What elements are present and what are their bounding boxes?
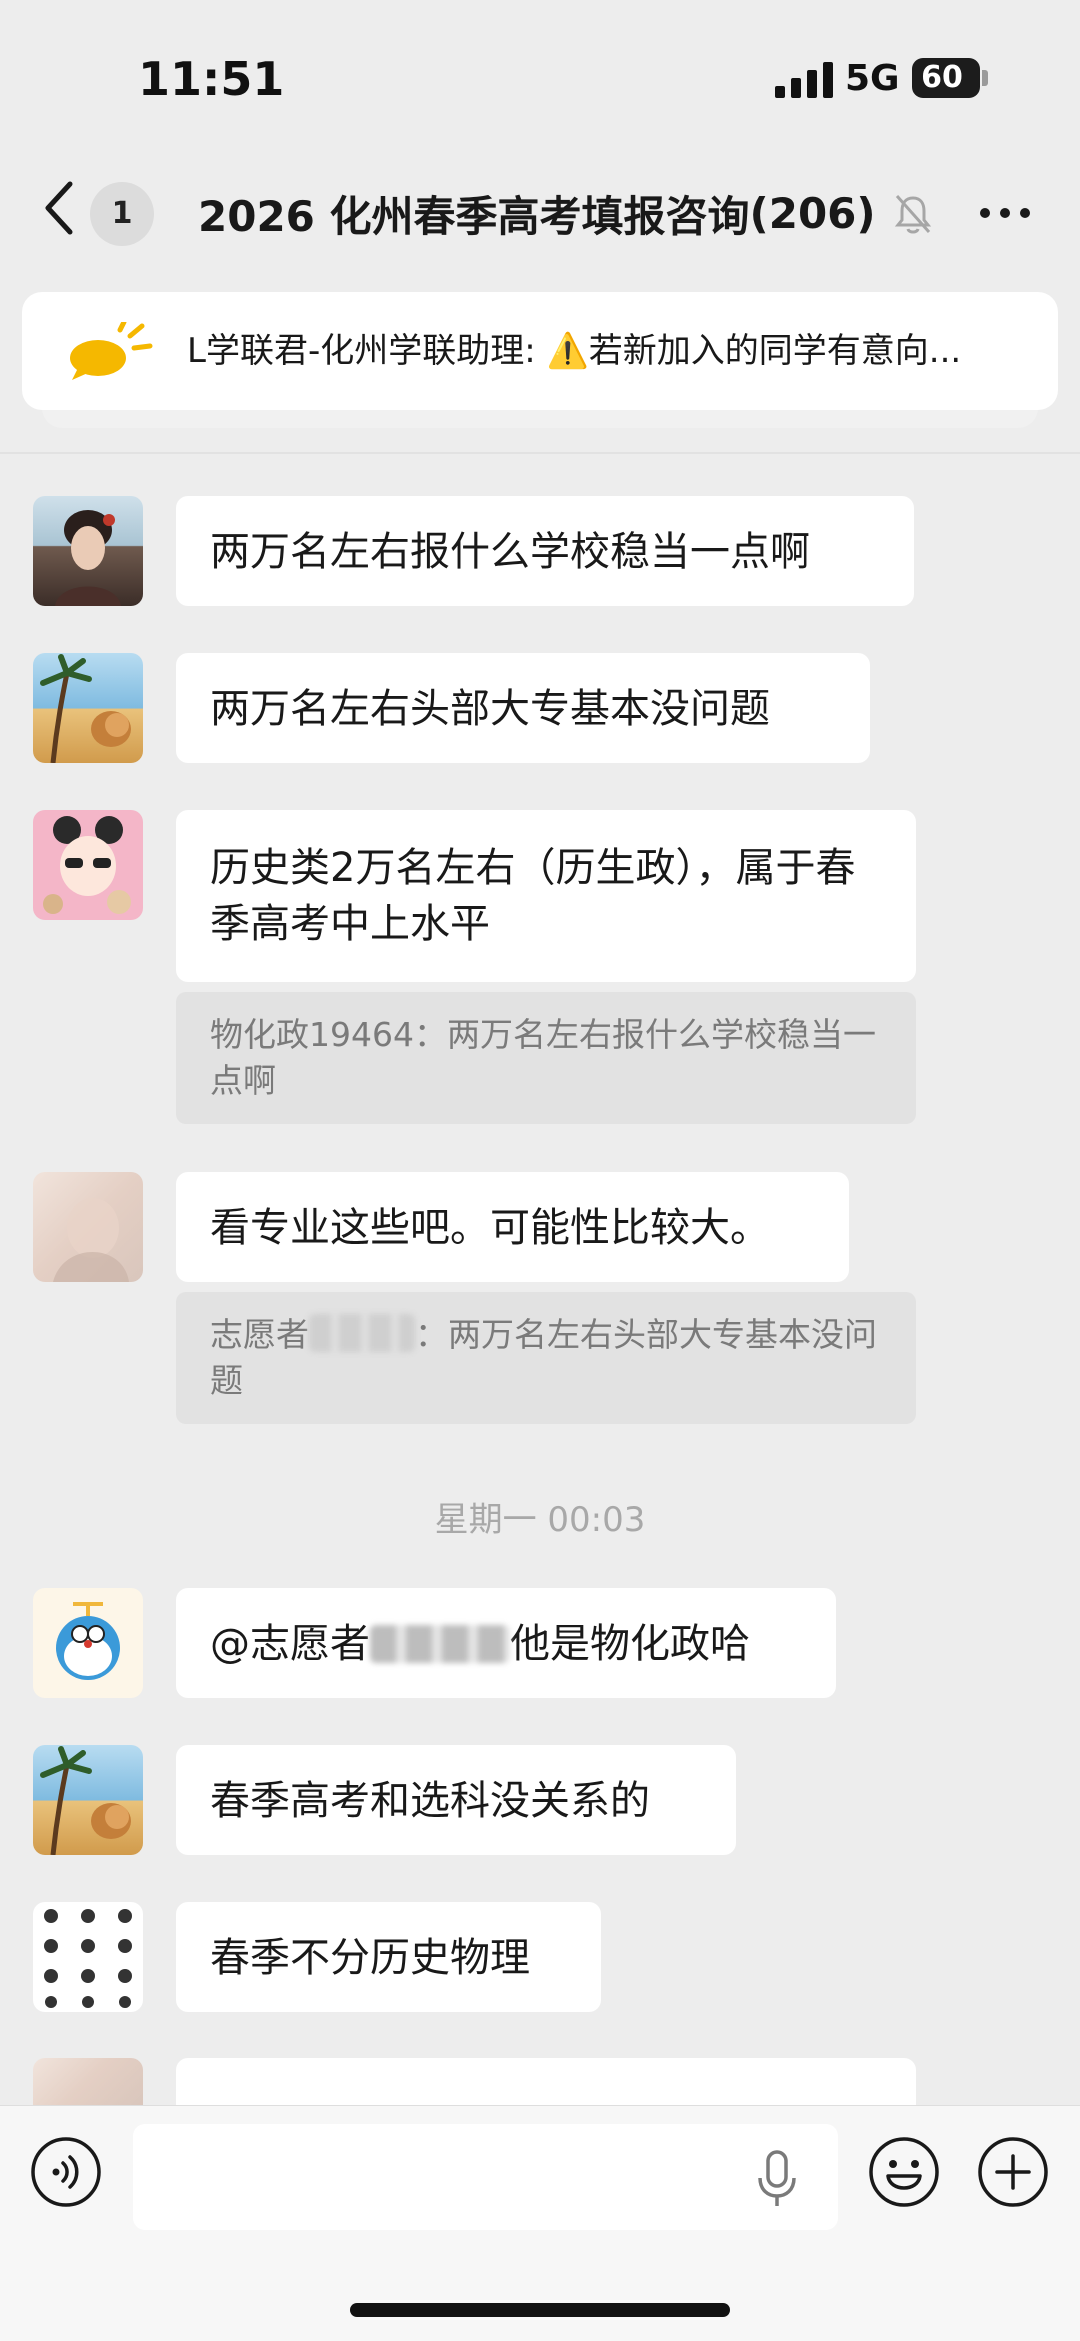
avatar[interactable]: [33, 1902, 143, 2012]
blurred-name: [309, 1314, 415, 1352]
avatar[interactable]: [33, 810, 143, 920]
avatar[interactable]: [33, 1588, 143, 1698]
signal-icon: [775, 62, 833, 98]
message-input[interactable]: [133, 2124, 838, 2230]
input-bar: [0, 2105, 1080, 2341]
timestamp: 星期一 00:03: [434, 1500, 646, 1540]
emoji-icon[interactable]: [868, 2136, 940, 2208]
divider: [0, 452, 1080, 454]
message-bubble[interactable]: 两万名左右头部大专基本没问题: [176, 653, 870, 763]
avatar[interactable]: [33, 1172, 143, 1282]
group-name: 2026 化州春季高考填报咨询: [198, 191, 750, 241]
blurred-name: [370, 1625, 510, 1663]
battery-tip: [982, 70, 988, 86]
notice-text: L学联君-化州学联助理: ⚠️若新加入的同学有意向...: [187, 331, 962, 371]
pinned-notice[interactable]: L学联君-化州学联助理: ⚠️若新加入的同学有意向...: [22, 292, 1058, 410]
plus-icon[interactable]: [977, 2136, 1049, 2208]
megaphone-icon: [70, 322, 153, 380]
home-indicator: [350, 2303, 730, 2317]
quote-prefix: 志愿者: [210, 1315, 309, 1354]
message-bubble[interactable]: 两万名左右报什么学校稳当一点啊: [176, 496, 914, 606]
chat-header: 1 2026 化州春季高考填报咨询 (206): [0, 160, 1080, 260]
message-bubble[interactable]: 看专业这些吧。可能性比较大。: [176, 1172, 849, 1282]
quoted-message[interactable]: 志愿者 ：两万名左右头部大专基本没问题: [176, 1292, 916, 1424]
network-type: 5G: [845, 58, 900, 99]
status-time: 11:51: [138, 52, 285, 106]
avatar[interactable]: [33, 496, 143, 606]
member-count: (206): [749, 188, 876, 238]
unread-badge[interactable]: 1: [90, 182, 154, 246]
battery-icon: 60: [912, 58, 980, 98]
message-text: 两万名左右报什么学校稳当一点啊: [210, 529, 810, 575]
mention-prefix: @志愿者: [210, 1621, 370, 1667]
message-text: 两万名左右头部大专基本没问题: [210, 686, 770, 732]
voice-mode-icon[interactable]: [30, 2136, 102, 2208]
quote-text: 物化政19464：两万名左右报什么学校稳当一点啊: [210, 1015, 876, 1100]
message-text: 看专业这些吧。可能性比较大。: [210, 1205, 770, 1251]
more-dots-icon[interactable]: [978, 198, 1032, 228]
avatar[interactable]: [33, 1745, 143, 1855]
message-text: 他是物化政哈: [510, 1621, 750, 1667]
message-text: 春季高考和选科没关系的: [210, 1778, 650, 1824]
avatar[interactable]: [33, 2058, 143, 2105]
avatar[interactable]: [33, 653, 143, 763]
message-text: 历史类2万名左右（历生政），属于春季高考中上水平: [210, 845, 856, 947]
chat-title[interactable]: 2026 化州春季高考填报咨询 (206): [198, 180, 876, 246]
message-bubble[interactable]: @志愿者 他是物化政哈: [176, 1588, 836, 1698]
message-bubble[interactable]: 春季不分历史物理: [176, 1902, 601, 2012]
message-text: 春季不分历史物理: [210, 1935, 530, 1981]
chevron-left-icon[interactable]: [40, 178, 80, 238]
quoted-message[interactable]: 物化政19464：两万名左右报什么学校稳当一点啊: [176, 992, 916, 1124]
microphone-icon[interactable]: [755, 2150, 799, 2210]
message-bubble[interactable]: 春季高考和选科没关系的: [176, 1745, 736, 1855]
bell-slash-icon: [894, 195, 932, 234]
status-bar: 11:51 5G 60: [0, 0, 1080, 150]
message-bubble[interactable]: 历史类2万名左右（历生政），属于春季高考中上水平: [176, 810, 916, 982]
battery-level: 60: [921, 60, 963, 95]
